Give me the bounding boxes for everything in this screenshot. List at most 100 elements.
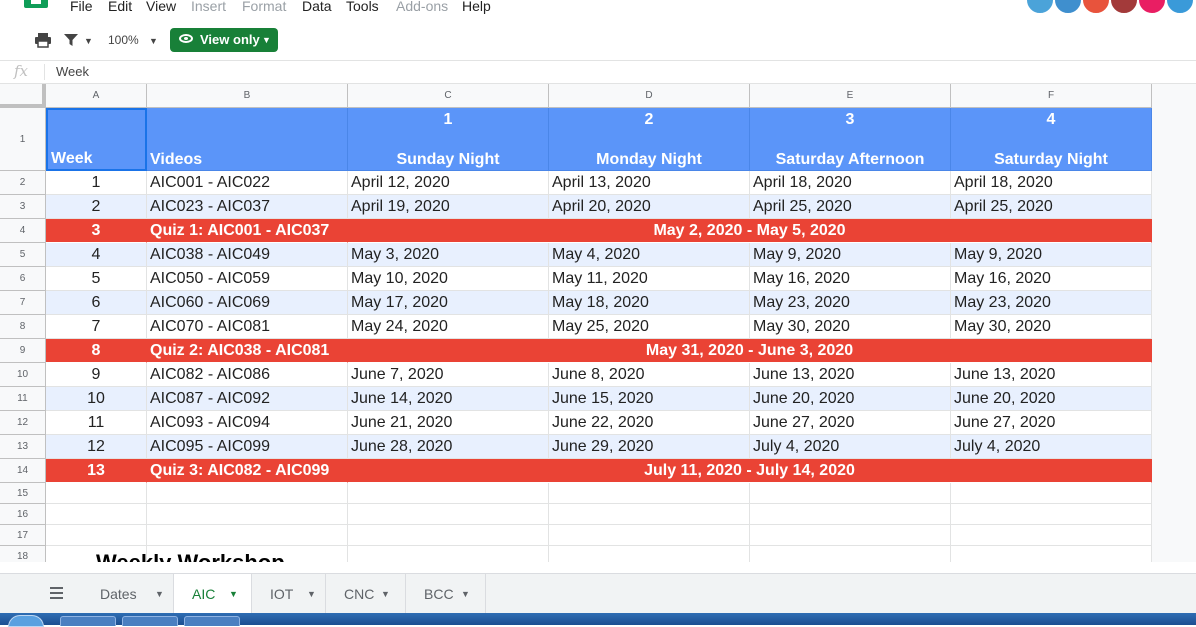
videos-cell[interactable]: AIC001 - AIC022 (147, 171, 348, 195)
empty-cell[interactable] (951, 546, 1152, 562)
date-cell[interactable]: April 25, 2020 (951, 195, 1152, 219)
column-header-e[interactable]: E (750, 84, 951, 108)
empty-cell[interactable] (348, 525, 549, 546)
quiz-week-cell[interactable]: 13 (46, 459, 147, 483)
row-header[interactable]: 12 (0, 411, 46, 435)
date-cell[interactable]: June 27, 2020 (951, 411, 1152, 435)
empty-cell[interactable] (951, 504, 1152, 525)
empty-cell[interactable] (549, 483, 750, 504)
collaborator-avatar[interactable] (1026, 0, 1054, 14)
date-cell[interactable]: July 4, 2020 (750, 435, 951, 459)
quiz-title-cell[interactable]: Quiz 3: AIC082 - AIC099 (147, 459, 348, 483)
date-cell[interactable]: June 13, 2020 (951, 363, 1152, 387)
week-cell[interactable]: 1 (46, 171, 147, 195)
row-header[interactable]: 7 (0, 291, 46, 315)
quiz-week-cell[interactable]: 8 (46, 339, 147, 363)
week-cell[interactable]: 10 (46, 387, 147, 411)
quiz-title-cell[interactable]: Quiz 1: AIC001 - AIC037 (147, 219, 348, 243)
date-cell[interactable]: June 20, 2020 (951, 387, 1152, 411)
empty-cell[interactable] (951, 483, 1152, 504)
date-cell[interactable]: April 12, 2020 (348, 171, 549, 195)
row-header[interactable]: 14 (0, 459, 46, 483)
date-cell[interactable]: June 14, 2020 (348, 387, 549, 411)
week-cell[interactable]: 12 (46, 435, 147, 459)
formula-input[interactable]: Week (56, 64, 89, 79)
row-header[interactable]: 17 (0, 525, 46, 546)
date-cell[interactable]: May 4, 2020 (549, 243, 750, 267)
view-only-button[interactable]: View only ▼ (170, 28, 278, 52)
sheet-tab-aic[interactable]: AIC ▼ (174, 574, 252, 614)
column-header-c[interactable]: C (348, 84, 549, 108)
date-cell[interactable]: May 30, 2020 (951, 315, 1152, 339)
chevron-down-icon[interactable]: ▼ (149, 31, 158, 51)
sheet-tab-bcc[interactable]: BCC ▼ (406, 574, 486, 614)
row-header[interactable]: 1 (0, 108, 46, 171)
menu-add-ons[interactable]: Add-ons (396, 0, 448, 15)
empty-cell[interactable] (46, 504, 147, 525)
empty-cell[interactable] (147, 525, 348, 546)
date-cell[interactable]: May 18, 2020 (549, 291, 750, 315)
spreadsheet-grid[interactable]: A B C D E F 1 Week Videos 1 Sunday Night 2 Monday Ni… (0, 84, 1196, 562)
column-header-f[interactable]: F (951, 84, 1152, 108)
videos-cell[interactable]: AIC060 - AIC069 (147, 291, 348, 315)
column-header-b[interactable]: B (147, 84, 348, 108)
menu-edit[interactable]: Edit (108, 0, 132, 15)
empty-cell[interactable] (348, 546, 549, 562)
date-cell[interactable]: June 13, 2020 (750, 363, 951, 387)
week-cell[interactable]: 4 (46, 243, 147, 267)
date-cell[interactable]: May 11, 2020 (549, 267, 750, 291)
menu-format[interactable]: Format (242, 0, 286, 15)
row-header[interactable]: 16 (0, 504, 46, 525)
videos-cell[interactable]: AIC070 - AIC081 (147, 315, 348, 339)
row-header[interactable]: 6 (0, 267, 46, 291)
menu-insert[interactable]: Insert (191, 0, 226, 15)
empty-cell[interactable] (147, 504, 348, 525)
header-week-cell[interactable]: Week (46, 108, 147, 171)
empty-cell[interactable] (750, 504, 951, 525)
filter-icon[interactable] (63, 33, 79, 47)
quiz-title-cell[interactable]: Quiz 2: AIC038 - AIC081 (147, 339, 348, 363)
collaborator-avatar[interactable] (1138, 0, 1166, 14)
quiz-week-cell[interactable]: 3 (46, 219, 147, 243)
week-cell[interactable]: 7 (46, 315, 147, 339)
date-cell[interactable]: May 16, 2020 (750, 267, 951, 291)
sheet-tab-cnc[interactable]: CNC ▼ (326, 574, 406, 614)
chevron-down-icon[interactable]: ▼ (461, 574, 470, 614)
date-cell[interactable]: May 16, 2020 (951, 267, 1152, 291)
collaborator-avatar[interactable] (1166, 0, 1194, 14)
column-header-d[interactable]: D (549, 84, 750, 108)
chevron-down-icon[interactable]: ▼ (84, 31, 93, 51)
date-cell[interactable]: May 24, 2020 (348, 315, 549, 339)
date-cell[interactable]: June 27, 2020 (750, 411, 951, 435)
collaborator-avatar[interactable] (1082, 0, 1110, 14)
date-cell[interactable]: May 9, 2020 (951, 243, 1152, 267)
date-cell[interactable]: June 28, 2020 (348, 435, 549, 459)
select-all-corner[interactable] (0, 84, 46, 108)
date-cell[interactable]: June 29, 2020 (549, 435, 750, 459)
header-slot-cell[interactable]: 4 Saturday Night (951, 108, 1152, 171)
empty-cell[interactable] (348, 483, 549, 504)
row-header[interactable]: 9 (0, 339, 46, 363)
sheet-tab-dates[interactable]: Dates ▼ (82, 574, 174, 614)
row-header[interactable]: 2 (0, 171, 46, 195)
sheets-logo-icon[interactable] (24, 0, 48, 8)
quiz-date-range-cell[interactable]: May 31, 2020 - June 3, 2020 (348, 339, 1152, 363)
date-cell[interactable]: June 22, 2020 (549, 411, 750, 435)
empty-cell[interactable] (46, 483, 147, 504)
empty-cell[interactable] (348, 504, 549, 525)
empty-cell[interactable] (549, 546, 750, 562)
date-cell[interactable]: May 30, 2020 (750, 315, 951, 339)
row-header[interactable]: 4 (0, 219, 46, 243)
chevron-down-icon[interactable]: ▼ (155, 574, 164, 614)
date-cell[interactable]: April 18, 2020 (750, 171, 951, 195)
videos-cell[interactable]: AIC023 - AIC037 (147, 195, 348, 219)
videos-cell[interactable]: AIC050 - AIC059 (147, 267, 348, 291)
empty-cell[interactable] (750, 525, 951, 546)
date-cell[interactable]: July 4, 2020 (951, 435, 1152, 459)
header-slot-cell[interactable]: 1 Sunday Night (348, 108, 549, 171)
week-cell[interactable]: 9 (46, 363, 147, 387)
all-sheets-menu-icon[interactable] (40, 574, 72, 614)
videos-cell[interactable]: AIC095 - AIC099 (147, 435, 348, 459)
chevron-down-icon[interactable]: ▼ (381, 574, 390, 614)
menu-tools[interactable]: Tools (346, 0, 379, 15)
